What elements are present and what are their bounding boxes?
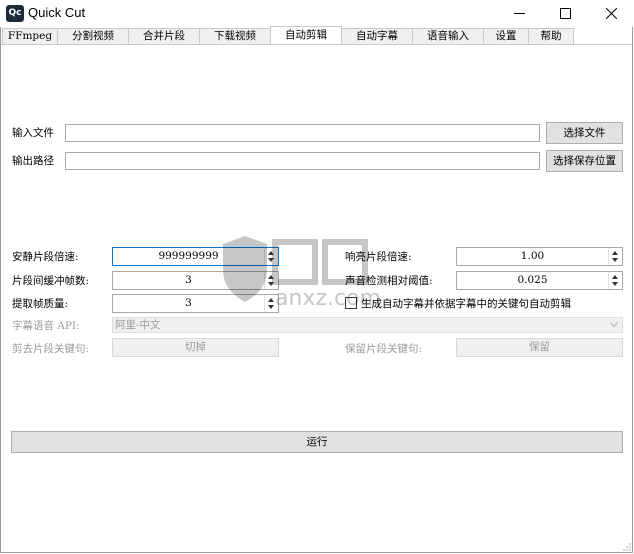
subtitle-api-select[interactable]: 阿里-中文 <box>112 317 623 333</box>
threshold-value: 0.025 <box>517 274 548 286</box>
spin-up-icon[interactable] <box>612 275 618 279</box>
frame-quality-value: 3 <box>185 297 192 309</box>
select-save-location-button[interactable]: 选择保存位置 <box>546 150 623 172</box>
subtitle-api-value: 阿里-中文 <box>115 319 161 331</box>
cut-keyword-label: 剪去片段关键句: <box>12 343 90 355</box>
title-bar: Qc Quick Cut <box>0 0 634 27</box>
cut-keyword-button[interactable]: 切掉 <box>112 338 279 357</box>
auto-subtitle-checkbox-label[interactable]: 生成自动字幕并依据字幕中的关键句自动剪辑 <box>361 296 571 311</box>
spin-down-icon[interactable] <box>268 282 274 286</box>
spin-up-icon[interactable] <box>268 275 274 279</box>
frame-quality-stepper[interactable] <box>264 295 278 312</box>
silent-speed-stepper[interactable] <box>264 248 278 265</box>
silent-speed-label: 安静片段倍速: <box>12 251 79 263</box>
threshold-spinbox[interactable]: 0.025 <box>456 271 623 290</box>
run-button[interactable]: 运行 <box>11 431 623 453</box>
resize-grip-icon[interactable] <box>622 542 631 551</box>
tab-auto-subtitle[interactable]: 自动字幕 <box>341 28 413 44</box>
window-title: Quick Cut <box>28 5 86 20</box>
silent-speed-value: 999999999 <box>158 250 219 262</box>
tab-voice-input[interactable]: 语音输入 <box>412 28 484 44</box>
spin-down-icon[interactable] <box>612 282 618 286</box>
chevron-down-icon <box>610 322 618 328</box>
tab-split-video[interactable]: 分割视频 <box>57 28 129 44</box>
frame-quality-label: 提取帧质量: <box>12 298 69 310</box>
threshold-label: 声音检测相对阈值: <box>345 275 433 287</box>
tab-bar: FFmpeg 分割视频 合并片段 下载视频 自动剪辑 自动字幕 语音输入 设置 … <box>2 26 574 44</box>
auto-subtitle-checkbox[interactable] <box>345 297 357 309</box>
tab-settings[interactable]: 设置 <box>483 28 529 44</box>
close-icon <box>605 8 617 19</box>
buffer-frames-spinbox[interactable]: 3 <box>112 271 279 290</box>
tab-download-video[interactable]: 下载视频 <box>199 28 271 44</box>
frame-quality-spinbox[interactable]: 3 <box>112 294 279 313</box>
loud-speed-spinbox[interactable]: 1.00 <box>456 247 623 266</box>
output-path-field[interactable] <box>65 152 540 170</box>
output-path-label: 输出路径 <box>12 155 54 167</box>
spin-down-icon[interactable] <box>268 258 274 262</box>
app-icon: Qc <box>6 5 24 22</box>
subtitle-api-label: 字幕语音 API: <box>12 320 80 332</box>
buffer-frames-value: 3 <box>185 274 192 286</box>
spin-up-icon[interactable] <box>612 251 618 255</box>
input-file-field[interactable] <box>65 124 540 142</box>
tab-merge-clips[interactable]: 合并片段 <box>128 28 200 44</box>
maximize-button[interactable] <box>542 0 588 27</box>
tab-ffmpeg[interactable]: FFmpeg <box>2 28 58 44</box>
buffer-frames-stepper[interactable] <box>264 272 278 289</box>
keep-keyword-label: 保留片段关键句: <box>345 343 423 355</box>
minimize-icon <box>513 13 525 14</box>
tab-help[interactable]: 帮助 <box>528 28 574 44</box>
maximize-icon <box>559 8 571 19</box>
close-button[interactable] <box>588 0 634 27</box>
threshold-stepper[interactable] <box>608 272 622 289</box>
select-file-button[interactable]: 选择文件 <box>546 122 623 144</box>
minimize-button[interactable] <box>496 0 542 27</box>
loud-speed-value: 1.00 <box>520 250 545 262</box>
loud-speed-stepper[interactable] <box>608 248 622 265</box>
loud-speed-label: 响亮片段倍速: <box>345 251 412 263</box>
spin-down-icon[interactable] <box>612 258 618 262</box>
keep-keyword-button[interactable]: 保留 <box>456 338 623 357</box>
spin-up-icon[interactable] <box>268 298 274 302</box>
buffer-frames-label: 片段间缓冲帧数: <box>12 275 90 287</box>
tab-auto-edit[interactable]: 自动剪辑 <box>270 26 342 44</box>
spin-up-icon[interactable] <box>268 251 274 255</box>
input-file-label: 输入文件 <box>12 127 54 139</box>
spin-down-icon[interactable] <box>268 305 274 309</box>
silent-speed-spinbox[interactable]: 999999999 <box>112 247 279 266</box>
tab-panel-border <box>1 44 632 45</box>
